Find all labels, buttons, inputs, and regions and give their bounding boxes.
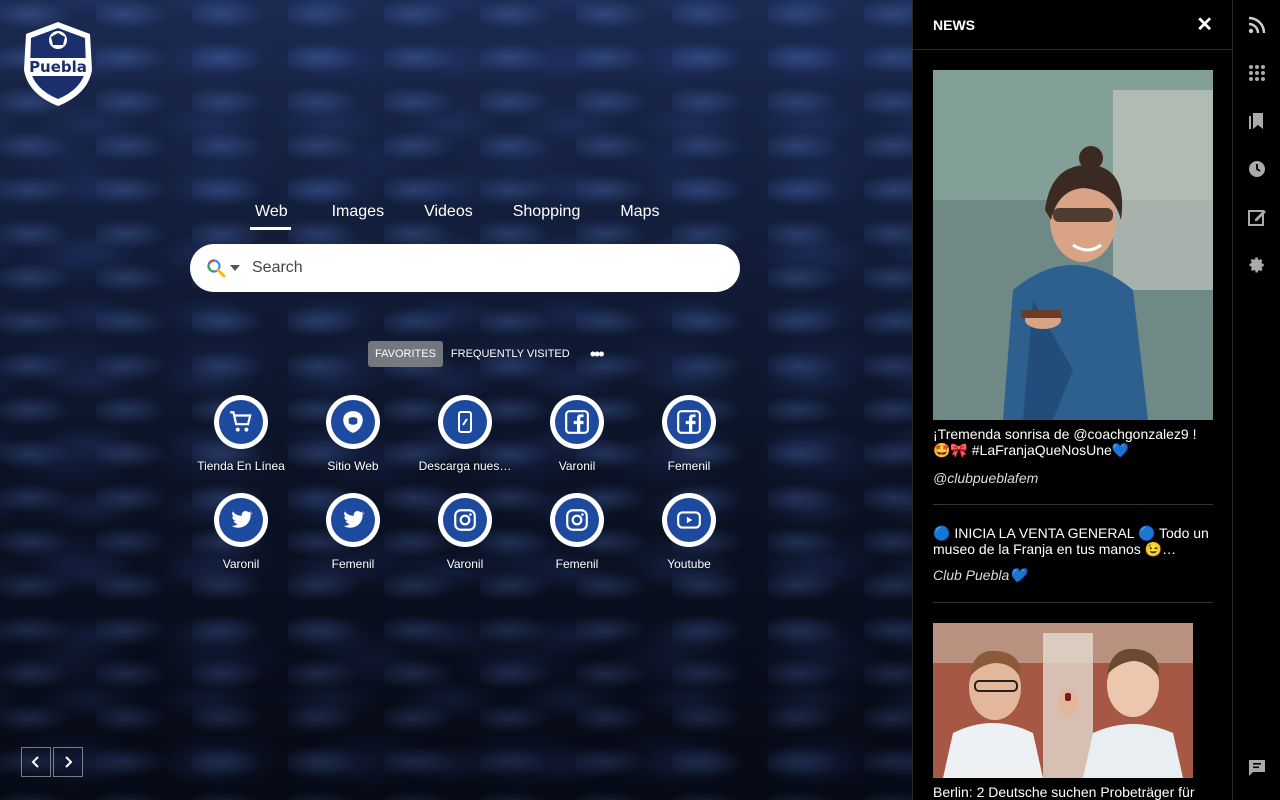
close-icon[interactable]: ✕ [1196, 12, 1213, 37]
bookmarks-glyph [1249, 113, 1263, 129]
tile-facebook-varonil[interactable]: Varonil [521, 395, 633, 473]
tile-label: Femenil [331, 557, 375, 571]
next-page-button[interactable] [53, 747, 83, 777]
tile-sitio-web[interactable]: Sitio Web [297, 395, 409, 473]
puebla-logo[interactable]: Puebla [18, 20, 98, 108]
youtube-icon [677, 511, 701, 529]
tab-favorites[interactable]: FAVORITES [368, 341, 443, 367]
tile-label: Femenil [555, 557, 599, 571]
tile-instagram-femenil[interactable]: Femenil [521, 493, 633, 571]
tile-label: Sitio Web [327, 459, 379, 473]
article-image[interactable] [933, 70, 1213, 420]
tile-twitter-femenil[interactable]: Femenil [297, 493, 409, 571]
search-engine-dropdown-icon[interactable] [230, 265, 240, 271]
tab-web[interactable]: Web [250, 200, 291, 230]
shortcut-tiles: Tienda En Línea Sitio Web Descarga nues…… [185, 395, 745, 571]
chevron-right-icon [65, 756, 73, 768]
cart-icon [230, 411, 252, 432]
tab-frequently-visited[interactable]: FREQUENTLY VISITED [444, 341, 577, 367]
instagram-icon [566, 509, 588, 531]
twitter-icon [231, 511, 253, 528]
woman-coach-photo [933, 70, 1213, 420]
apps-grid-glyph [1249, 65, 1265, 81]
more-dots-icon[interactable]: ••• [590, 345, 605, 363]
notes-icon[interactable] [1247, 207, 1267, 227]
news-article[interactable]: Berlin: 2 Deutsche suchen Probeträger fü… [933, 603, 1213, 800]
search-input[interactable] [250, 258, 694, 278]
tile-tienda[interactable]: Tienda En Línea [185, 395, 297, 473]
apps-grid-icon[interactable] [1247, 63, 1267, 83]
tile-label: Varonil [446, 557, 484, 571]
tile-facebook-femenil[interactable]: Femenil [633, 395, 745, 473]
tile-label: Tienda En Línea [197, 459, 285, 473]
phone-icon [458, 411, 472, 433]
feedback-glyph [1249, 760, 1265, 776]
search-type-tabs: Web Images Videos Shopping Maps [250, 200, 659, 230]
tile-instagram-varonil[interactable]: Varonil [409, 493, 521, 571]
tile-label: Youtube [667, 557, 711, 571]
rss-icon[interactable] [1247, 15, 1267, 35]
clock-glyph [1249, 161, 1265, 177]
news-header: NEWS ✕ [913, 0, 1233, 50]
article-title[interactable]: Berlin: 2 Deutsche suchen Probeträger fü… [933, 784, 1213, 800]
tile-label: Varonil [222, 557, 260, 571]
news-article[interactable]: 🔵 INICIA LA VENTA GENERAL 🔵 Todo un muse… [933, 505, 1213, 603]
settings-icon[interactable] [1247, 255, 1267, 275]
tile-label: Descarga nues… [418, 459, 512, 473]
tab-shopping[interactable]: Shopping [513, 200, 581, 230]
rss-icon-glyph [1248, 16, 1266, 34]
tile-label: Varonil [558, 459, 596, 473]
club-crest-icon [343, 411, 363, 433]
shortcut-view-tabs: FAVORITES FREQUENTLY VISITED ••• [368, 341, 605, 367]
tab-images[interactable]: Images [332, 200, 384, 230]
previous-page-button[interactable] [21, 747, 51, 777]
tab-videos[interactable]: Videos [424, 200, 473, 230]
tile-descarga[interactable]: Descarga nues… [409, 395, 521, 473]
history-icon[interactable] [1247, 159, 1267, 179]
twitter-icon [343, 511, 365, 528]
tile-label: Femenil [667, 459, 711, 473]
chevron-left-icon [31, 756, 39, 768]
search-bar [190, 244, 740, 292]
tile-twitter-varonil[interactable]: Varonil [185, 493, 297, 571]
article-source: Club Puebla💙 [933, 567, 1027, 583]
two-men-photo [933, 623, 1193, 778]
page-navigation [21, 747, 83, 777]
bookmarks-icon[interactable] [1247, 111, 1267, 131]
instagram-icon [454, 509, 476, 531]
news-panel: NEWS ✕ ¡Tremenda sonrisa de @coachgonzal… [912, 0, 1233, 800]
gear-glyph [1249, 257, 1264, 273]
news-title: NEWS [933, 16, 975, 33]
feedback-icon[interactable] [1247, 758, 1267, 778]
article-title[interactable]: ¡Tremenda sonrisa de @coachgonzalez9 !🤩🎀… [933, 426, 1213, 458]
article-image[interactable] [933, 623, 1193, 778]
edit-note-glyph [1248, 210, 1266, 226]
news-article[interactable]: ¡Tremenda sonrisa de @coachgonzalez9 !🤩🎀… [933, 50, 1213, 505]
article-source: @clubpueblafem [933, 470, 1039, 486]
logo-text: Puebla [29, 58, 87, 76]
facebook-icon [565, 410, 589, 434]
side-toolbar [1232, 0, 1280, 800]
article-title[interactable]: 🔵 INICIA LA VENTA GENERAL 🔵 Todo un muse… [933, 525, 1213, 557]
search-icon[interactable] [206, 258, 226, 278]
facebook-icon [677, 410, 701, 434]
tab-maps[interactable]: Maps [620, 200, 659, 230]
tile-youtube[interactable]: Youtube [633, 493, 745, 571]
